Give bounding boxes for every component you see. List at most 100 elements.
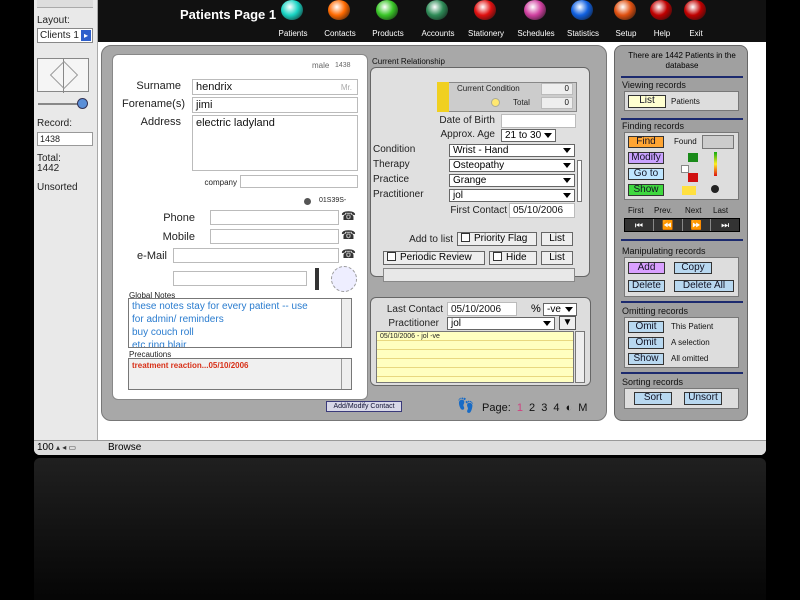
list-button-2[interactable]: List — [541, 251, 573, 265]
contact-log-scrollbar[interactable] — [575, 331, 585, 383]
last-record-icon[interactable]: ⏭ — [711, 219, 739, 231]
contact-section: Last Contact 05/10/2006 % -ve Practition… — [370, 297, 591, 386]
priority-flag-checkbox[interactable]: Priority Flag — [457, 232, 537, 246]
phone-icon[interactable]: ☎ — [341, 210, 356, 222]
nav-schedules[interactable]: Schedules — [512, 0, 560, 42]
surname-label: Surname — [136, 80, 181, 92]
checkbox-icon — [387, 252, 396, 261]
prev-record-icon[interactable]: ⏪ — [654, 219, 683, 231]
viewing-header: Viewing records — [622, 80, 686, 90]
contact-practitioner-dropdown[interactable]: jol — [447, 317, 555, 330]
mobile-label: Mobile — [162, 231, 195, 243]
nav-label: Statistics — [566, 29, 599, 38]
nav-products[interactable]: Products — [364, 0, 412, 42]
last-contact-field[interactable]: 05/10/2006 — [447, 302, 517, 316]
relationship-scrollbar[interactable] — [577, 160, 582, 202]
nav-exit[interactable]: Exit — [672, 0, 720, 42]
practitioner-dropdown[interactable]: jol — [449, 189, 575, 202]
first-contact-field[interactable]: 05/10/2006 — [509, 203, 575, 218]
add-button[interactable]: Add — [628, 262, 665, 274]
precautions-scrollbar[interactable] — [341, 359, 351, 389]
therapy-label: Therapy — [373, 159, 410, 170]
precautions-text: treatment reaction...05/10/2006 — [132, 361, 249, 370]
pen-icon[interactable] — [315, 268, 319, 290]
mobile-phone-icon[interactable]: ☎ — [341, 229, 356, 241]
zoom-controls-icon[interactable]: ▴ ◂ ▭ — [56, 443, 96, 453]
address-field[interactable]: electric ladyland — [192, 115, 358, 171]
layout-label: Layout: — [37, 15, 70, 26]
m-link[interactable]: M — [578, 402, 587, 414]
forename-label: Forename(s) — [122, 98, 185, 110]
layout-popup[interactable]: Clients 1 ▸ — [37, 28, 93, 43]
practice-dropdown[interactable]: Grange — [449, 174, 575, 187]
phone-field[interactable] — [210, 210, 339, 225]
next-record-icon[interactable]: ⏩ — [683, 219, 712, 231]
first-contact-label: First Contact — [450, 205, 507, 216]
page-3[interactable]: 3 — [541, 402, 547, 414]
global-notes-text: these notes stay for every patient -- us… — [129, 299, 351, 347]
copy-button[interactable]: Copy — [674, 262, 712, 274]
delete-button[interactable]: Delete — [628, 280, 665, 292]
review-field[interactable] — [383, 268, 575, 282]
hide-checkbox[interactable]: Hide — [489, 251, 537, 265]
email-field[interactable] — [173, 248, 339, 263]
slider-thumb[interactable] — [77, 98, 88, 109]
global-notes-field[interactable]: these notes stay for every patient -- us… — [128, 298, 352, 348]
tool-icons[interactable] — [37, 0, 93, 8]
nav-contacts[interactable]: Contacts — [316, 0, 364, 42]
nav-label: Accounts — [421, 29, 455, 38]
divider — [621, 118, 743, 120]
precautions-field[interactable]: treatment reaction...05/10/2006 — [128, 358, 352, 390]
nav-patients[interactable]: Patients — [269, 0, 317, 42]
divider — [621, 239, 743, 241]
screen: Layout: Clients 1 ▸ Record: 1438 Total: … — [0, 0, 800, 600]
periodic-review-checkbox[interactable]: Periodic Review — [383, 251, 485, 265]
page-4[interactable]: 4 — [553, 402, 559, 414]
dob-field[interactable] — [501, 114, 576, 128]
mobile-field[interactable] — [210, 229, 339, 244]
first-record-icon[interactable]: ⏮ — [625, 219, 654, 231]
omit-selection-button[interactable]: Omit — [628, 337, 664, 349]
dob-label: Date of Birth — [439, 115, 495, 126]
list-button[interactable]: List — [628, 95, 666, 108]
found-label: Found — [674, 137, 697, 146]
filter-icon[interactable]: ▼ — [559, 316, 576, 330]
find-button[interactable]: Find — [628, 136, 664, 148]
email-phone-icon[interactable]: ☎ — [341, 248, 356, 260]
contact-log[interactable]: 05/10/2006 - jol -ve — [376, 331, 574, 383]
omit-selection-text: A selection — [671, 338, 710, 347]
list-button-1[interactable]: List — [541, 232, 573, 246]
unsort-button[interactable]: Unsort — [684, 392, 722, 405]
condition-dropdown[interactable]: Wrist - Hand — [449, 144, 575, 157]
forename-field[interactable]: jimi — [192, 97, 358, 113]
zoom-level[interactable]: 100 — [37, 442, 54, 453]
app-window: Layout: Clients 1 ▸ Record: 1438 Total: … — [34, 0, 766, 455]
modify-button[interactable]: Modify — [628, 152, 664, 164]
approx-age-dropdown[interactable]: 21 to 30 — [501, 129, 556, 142]
page-2[interactable]: 2 — [529, 402, 535, 414]
surname-field[interactable]: hendrix Mr. — [192, 79, 358, 95]
book-icon[interactable] — [37, 58, 89, 93]
percent-dropdown[interactable]: -ve — [543, 303, 577, 316]
nav-stationery[interactable]: Stationery — [462, 0, 510, 42]
sort-button[interactable]: Sort — [634, 392, 672, 405]
moon-icon[interactable]: ◐ — [566, 402, 573, 414]
therapy-dropdown[interactable]: Osteopathy — [449, 159, 575, 172]
nav-accounts[interactable]: Accounts — [414, 0, 462, 42]
extra-field[interactable] — [173, 271, 307, 286]
notes-scrollbar[interactable] — [341, 299, 351, 347]
divider — [621, 301, 743, 303]
show-omitted-button[interactable]: Show — [628, 353, 664, 365]
nav-next-label: Next — [685, 206, 702, 215]
relationship-header: Current Relationship — [372, 57, 445, 66]
nav-statistics[interactable]: Statistics — [559, 0, 607, 42]
show-button[interactable]: Show — [628, 184, 664, 196]
page-1[interactable]: 1 — [517, 402, 523, 414]
goto-button[interactable]: Go to — [628, 168, 664, 180]
clock-icon[interactable] — [331, 266, 357, 292]
add-modify-contact-button[interactable]: Add/Modify Contact — [326, 401, 402, 412]
record-number-field[interactable]: 1438 — [37, 132, 93, 146]
omit-this-button[interactable]: Omit — [628, 321, 664, 333]
company-field[interactable] — [240, 175, 358, 188]
delete-all-button[interactable]: Delete All — [674, 280, 734, 292]
